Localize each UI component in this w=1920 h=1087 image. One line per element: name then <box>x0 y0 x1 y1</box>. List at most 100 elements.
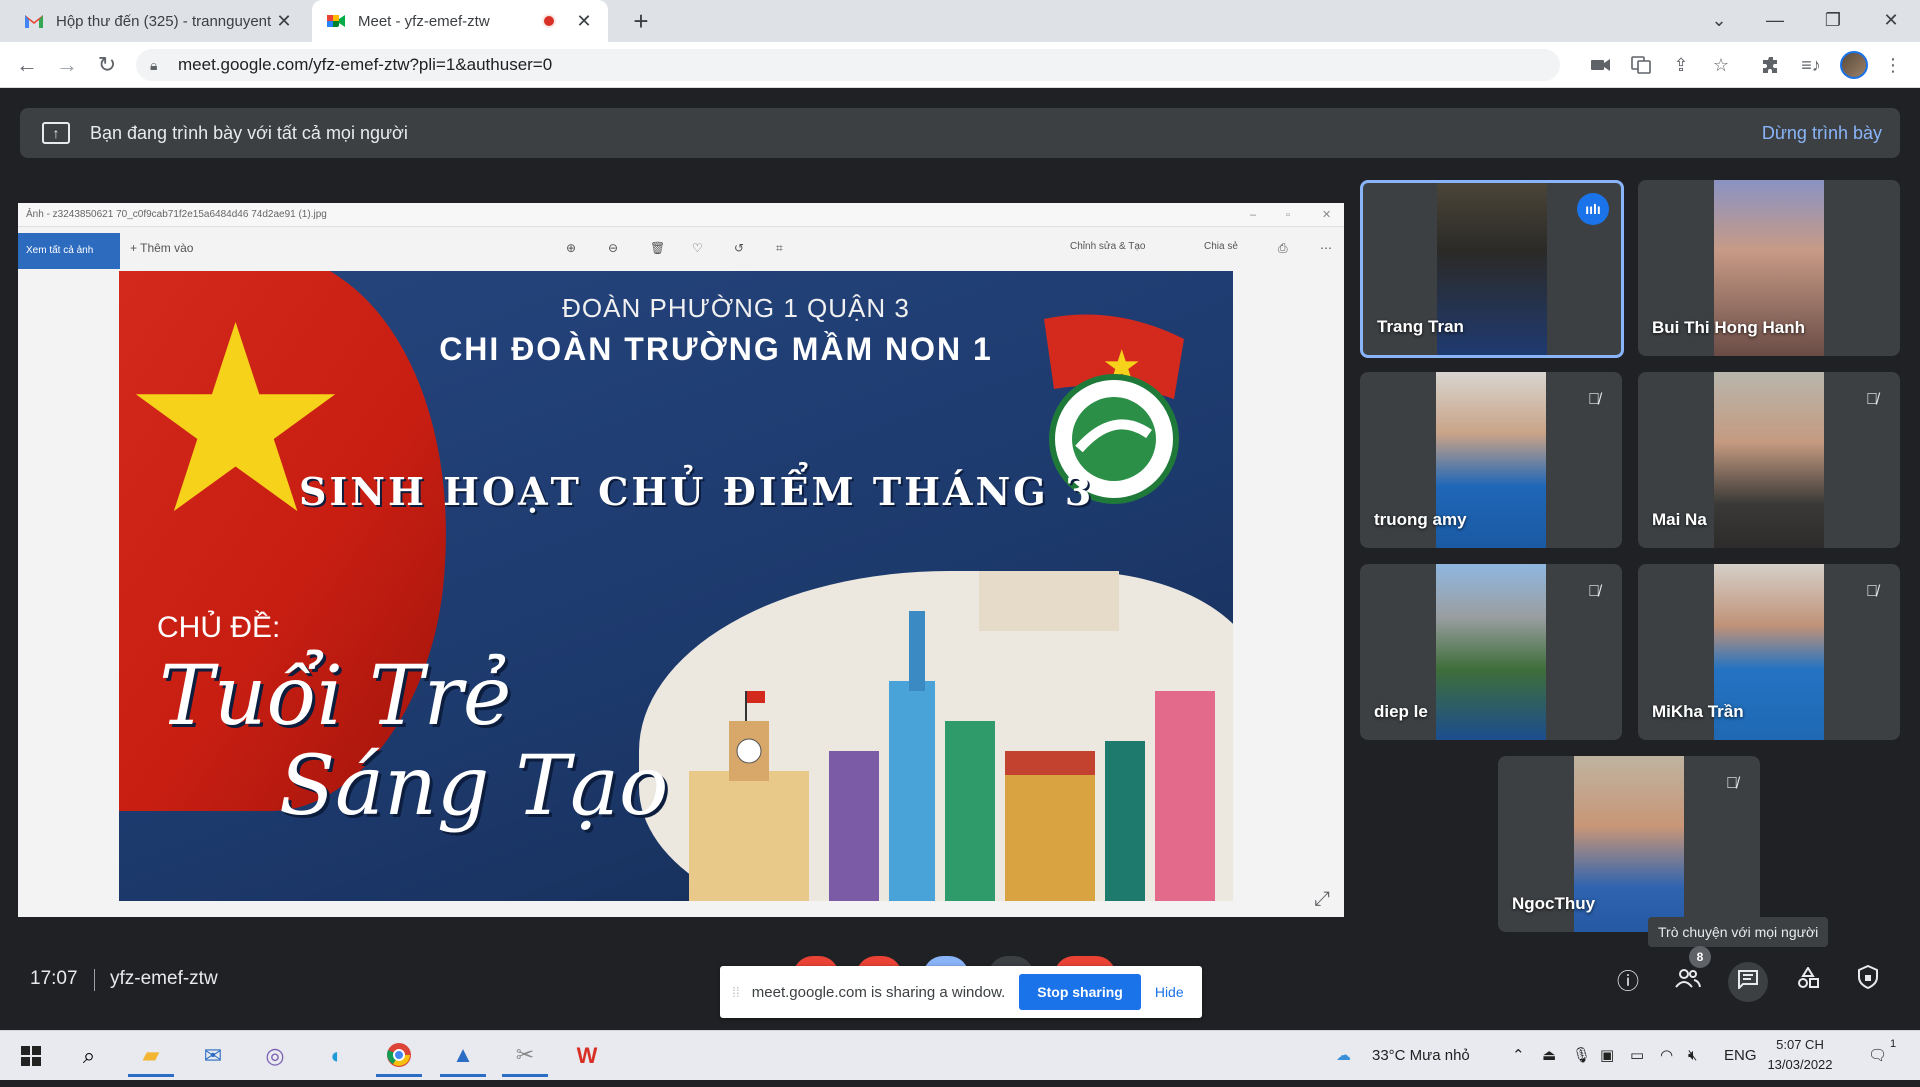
file-explorer-icon[interactable]: ▰ <box>128 1035 174 1077</box>
photos-icon[interactable]: ▲ <box>440 1035 486 1077</box>
notification-icon[interactable]: 🗨︎ <box>1868 1031 1887 1081</box>
gmail-icon <box>24 13 44 29</box>
extensions-icon[interactable] <box>1758 52 1784 78</box>
new-tab-button[interactable]: + <box>626 6 656 36</box>
participant-tile[interactable]: 🎙̸ diep le <box>1360 564 1622 740</box>
minimize-icon: – <box>1250 209 1257 221</box>
tab-search-icon[interactable]: ⌄ <box>1696 0 1742 42</box>
chrome-icon[interactable] <box>376 1035 422 1077</box>
lock-icon: 🔒︎ <box>150 56 158 73</box>
mic-off-icon: 🎙̸ <box>1726 775 1738 792</box>
close-window-icon[interactable]: ✕ <box>1868 0 1914 42</box>
participant-tile[interactable]: ıılı Trang Tran <box>1360 180 1624 358</box>
chat-icon[interactable] <box>1728 962 1768 1002</box>
volume-mute-icon[interactable]: 🔇︎ <box>1688 1031 1697 1081</box>
edit-create-button: Chỉnh sửa & Tạo <box>1070 241 1146 252</box>
zoom-out-icon: ⊖ <box>608 241 619 255</box>
windows-start-icon[interactable] <box>8 1035 54 1077</box>
wps-office-icon[interactable]: W <box>564 1035 610 1077</box>
viewer-titlebar: Ảnh - z3243850621 70_c0f9cab71f2e15a6484… <box>18 203 1344 227</box>
windows-taskbar: ⌕ ▰ ✉ ◎ ◐ ▲ ✂ W ☁ 33°C Mưa nhỏ ⌃ ⏏ 🎙︎ ▣ … <box>0 1030 1920 1080</box>
edge-icon[interactable]: ◐ <box>314 1035 360 1077</box>
speaking-indicator-icon: ıılı <box>1577 193 1609 225</box>
slide-image: ★ ★ ĐOÀN PHƯỜNG 1 QUẬN 3 CHI ĐOÀN TRƯỜNG… <box>119 271 1233 901</box>
tab-gmail[interactable]: Hộp thư đến (325) - trannguyent ✕ <box>10 0 308 42</box>
snipping-tool-icon[interactable]: ✂ <box>502 1035 548 1077</box>
tab-meet[interactable]: Meet - yfz-emef-ztw ✕ <box>312 0 608 42</box>
shared-screen: Ảnh - z3243850621 70_c0f9cab71f2e15a6484… <box>18 203 1344 917</box>
language-indicator[interactable]: ENG <box>1724 1031 1757 1081</box>
participant-name: Trang Tran <box>1377 317 1464 336</box>
participant-name: Bui Thi Hong Hanh <box>1652 318 1805 337</box>
sharing-message: meet.google.com is sharing a window. <box>751 983 1006 1001</box>
wifi-icon[interactable]: ◠ <box>1660 1031 1673 1081</box>
expand-icon[interactable]: ⤢ <box>1314 888 1330 911</box>
rotate-icon: ↺ <box>734 241 745 255</box>
more-icon: ⋯ <box>1320 241 1332 255</box>
chat-tooltip: Trò chuyện với mọi người <box>1648 917 1829 947</box>
delete-icon: 🗑︎ <box>650 241 666 255</box>
weather-icon[interactable]: ☁ <box>1336 1031 1351 1081</box>
hide-button[interactable]: Hide <box>1155 984 1184 1000</box>
avatar[interactable] <box>1840 51 1868 79</box>
presenting-banner: ↑ Bạn đang trình bày với tất cả mọi ngườ… <box>20 108 1900 158</box>
participant-tile[interactable]: 🎙̸ truong amy <box>1360 372 1622 548</box>
participant-tile[interactable]: 🎙̸ NgocThuy <box>1498 756 1760 932</box>
microphone-icon[interactable]: 🎙︎ <box>1572 1031 1591 1081</box>
chevron-up-icon[interactable]: ⌃ <box>1512 1031 1525 1081</box>
heart-icon: ♡ <box>692 241 703 255</box>
participant-tile[interactable]: Bui Thi Hong Hanh <box>1638 180 1900 356</box>
crop-icon: ⌗ <box>776 241 783 255</box>
slide-topic-line-2: Sáng Tạo <box>279 739 669 834</box>
more-icon[interactable]: ⋮ <box>1880 52 1906 78</box>
display-icon[interactable]: ▣ <box>1600 1031 1614 1081</box>
participant-tile[interactable]: 🎙̸ Mai Na <box>1638 372 1900 548</box>
star-icon[interactable]: ☆ <box>1708 52 1734 78</box>
mail-icon[interactable]: ✉ <box>190 1035 236 1077</box>
system-date: 13/03/2022 <box>1767 1057 1833 1072</box>
drag-handle-icon[interactable]: ⁞⁞ <box>732 984 740 1000</box>
people-icon[interactable] <box>1668 962 1708 1002</box>
reload-icon[interactable]: ↻ <box>92 50 122 80</box>
address-bar: ← → ↻ 🔒︎ meet.google.com/yfz-emef-ztw?pl… <box>0 42 1920 88</box>
translate-icon[interactable] <box>1628 52 1654 78</box>
participant-name: truong amy <box>1374 510 1467 529</box>
meeting-code: yfz-emef-ztw <box>110 968 218 989</box>
tab-title: Meet - yfz-emef-ztw <box>358 12 490 30</box>
back-icon[interactable]: ← <box>12 50 42 80</box>
close-icon[interactable]: ✕ <box>574 11 594 32</box>
slide-line-1: ĐOÀN PHƯỜNG 1 QUẬN 3 <box>562 293 910 323</box>
restore-icon: ▫ <box>1286 209 1290 221</box>
url-field[interactable]: 🔒︎ meet.google.com/yfz-emef-ztw?pli=1&au… <box>136 49 1560 81</box>
camera-icon[interactable] <box>1588 52 1614 78</box>
tab-strip: Hộp thư đến (325) - trannguyent ✕ Meet -… <box>0 0 1920 42</box>
host-controls-icon[interactable] <box>1848 962 1888 1002</box>
minimize-icon[interactable]: — <box>1752 0 1798 42</box>
presenting-message: Bạn đang trình bày với tất cả mọi người <box>90 122 408 143</box>
divider <box>94 969 95 991</box>
system-clock[interactable]: 5:07 CH 13/03/2022 <box>1762 1035 1838 1075</box>
forward-icon[interactable]: → <box>52 50 82 80</box>
media-control-icon[interactable]: ≡♪ <box>1798 52 1824 78</box>
add-to-button: + Thêm vào <box>130 241 194 255</box>
stop-sharing-button[interactable]: Stop sharing <box>1019 974 1141 1010</box>
info-icon[interactable]: ⓘ <box>1608 962 1648 1002</box>
battery-icon[interactable]: ▭ <box>1630 1031 1644 1081</box>
participant-name: MiKha Trần <box>1652 702 1744 721</box>
restore-icon[interactable]: ❐ <box>1810 0 1856 42</box>
mic-off-icon: 🎙̸ <box>1588 583 1600 600</box>
stop-presenting-button[interactable]: Dừng trình bày <box>1762 123 1882 144</box>
usb-icon[interactable]: ⏏ <box>1542 1031 1556 1081</box>
close-icon[interactable]: ✕ <box>274 11 294 32</box>
participant-name: NgocThuy <box>1512 894 1596 913</box>
city-illustration <box>639 571 1233 901</box>
weather-text[interactable]: 33°C Mưa nhỏ <box>1372 1031 1470 1081</box>
share-page-icon[interactable]: ⇪ <box>1668 52 1694 78</box>
participant-tile[interactable]: 🎙̸ MiKha Trần <box>1638 564 1900 740</box>
print-icon: ⎙ <box>1278 241 1288 255</box>
photos-app-icon[interactable]: ◎ <box>252 1035 298 1077</box>
slide-topic-line-1: Tuổi Trẻ <box>159 649 512 744</box>
activities-icon[interactable] <box>1788 962 1828 1002</box>
search-icon[interactable]: ⌕ <box>66 1035 112 1077</box>
people-count-badge: 8 <box>1689 946 1711 968</box>
